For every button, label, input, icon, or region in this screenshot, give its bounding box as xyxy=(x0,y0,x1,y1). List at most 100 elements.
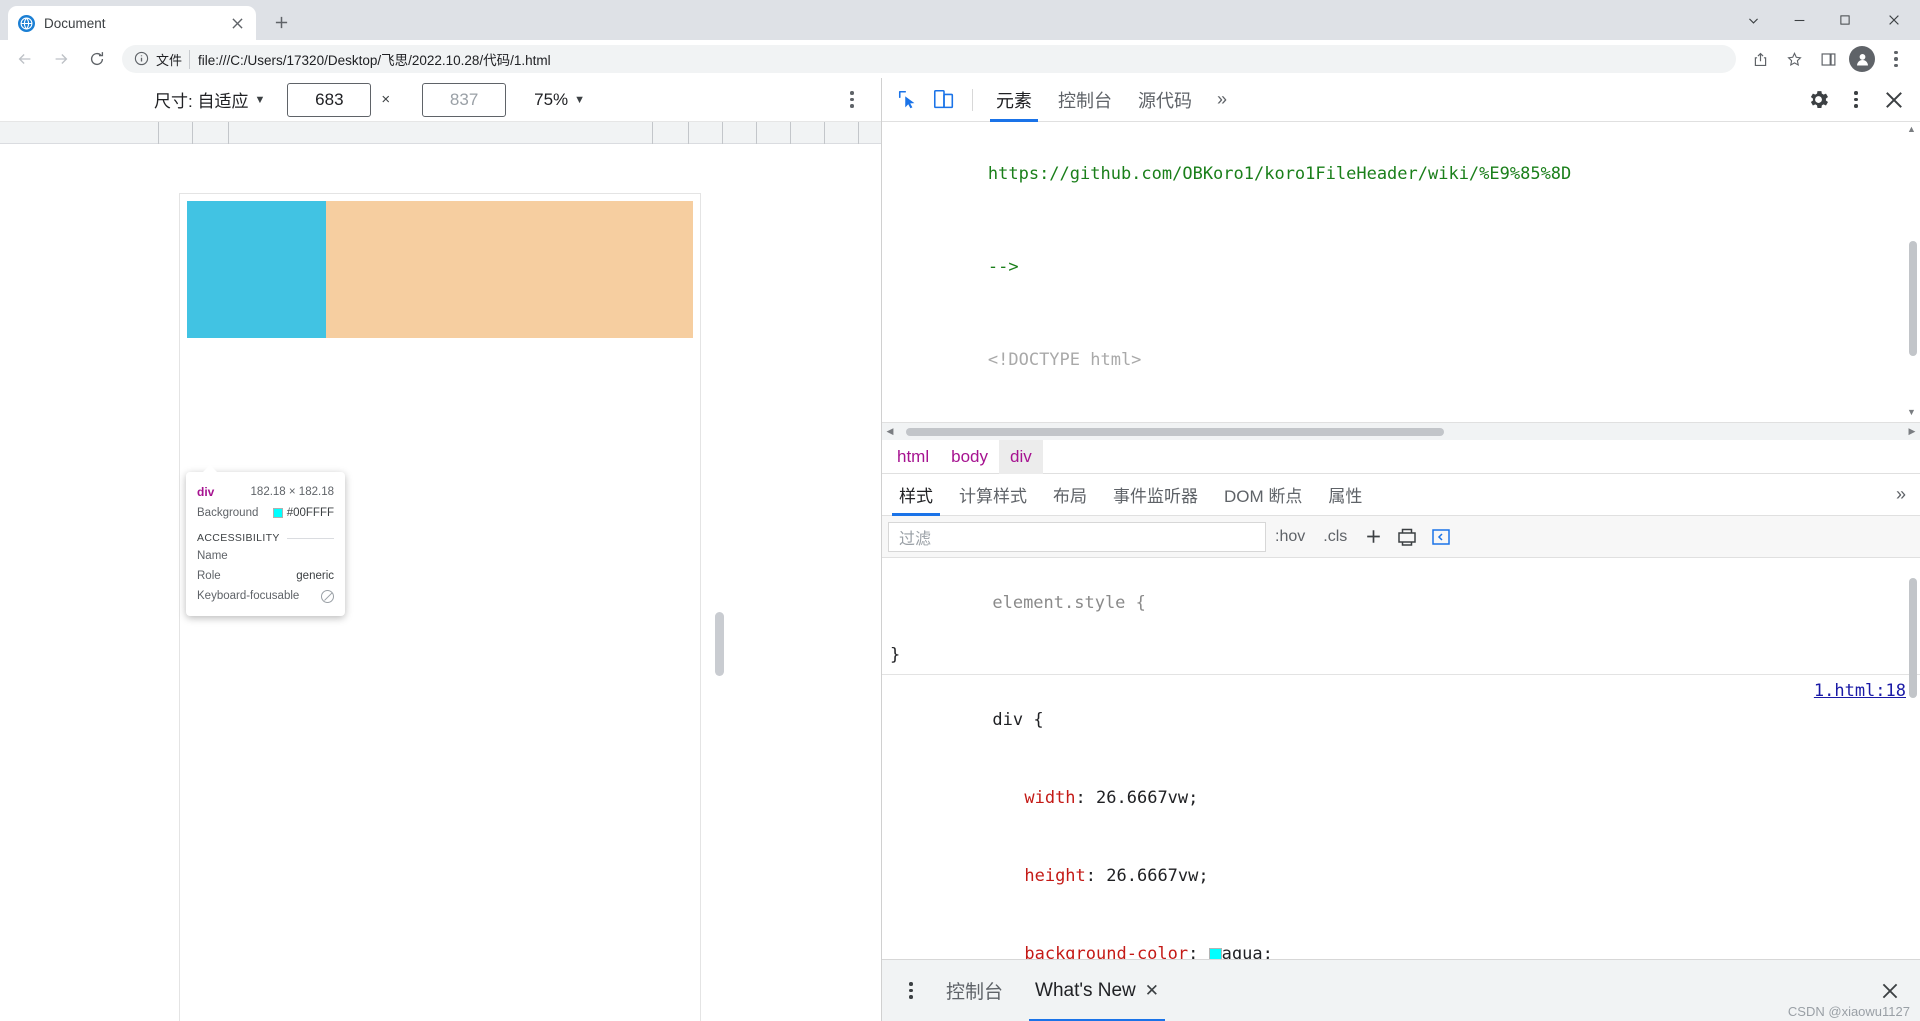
kebab-menu-icon[interactable] xyxy=(1880,43,1912,75)
toggle-hover-state-button[interactable]: :hov xyxy=(1266,522,1314,552)
tab-label: 元素 xyxy=(996,90,1032,111)
css-rules-scrollbar[interactable] xyxy=(1908,560,1918,1019)
dom-line-doctype[interactable]: <!DOCTYPE html> xyxy=(882,314,1920,407)
css-selector-line[interactable]: element.style { xyxy=(890,564,1920,642)
breadcrumb-item-div[interactable]: div xyxy=(999,439,1043,474)
device-toolbar-kebab-menu-icon[interactable] xyxy=(837,85,867,115)
chevron-down-icon: ▼ xyxy=(254,93,266,106)
viewport-resize-handle[interactable] xyxy=(715,612,724,676)
color-swatch-icon xyxy=(272,508,283,519)
avatar-icon[interactable] xyxy=(1846,43,1878,75)
scroll-thumb[interactable] xyxy=(1909,241,1917,356)
scroll-left-icon[interactable]: ◀ xyxy=(882,426,898,437)
not-allowed-icon xyxy=(321,589,334,603)
styles-tab-bar: 样式 计算样式 布局 事件监听器 DOM 断点 属性 » xyxy=(882,474,1920,516)
breadcrumb-item-body[interactable]: body xyxy=(940,440,999,474)
close-window-button[interactable] xyxy=(1868,0,1920,40)
css-rules-pane[interactable]: element.style { } 1.html:18 div { width:… xyxy=(882,558,1920,1021)
css-selector-line[interactable]: div { xyxy=(890,681,1920,759)
dom-line-html-open[interactable]: <html lang="en"> xyxy=(882,407,1920,422)
kebab-menu-icon[interactable] xyxy=(1838,83,1874,117)
tooltip-header-row: div 182.18 × 182.18 xyxy=(197,482,334,503)
browser-window: Document 文件 file:///C:/Users/17320/Deskt… xyxy=(0,0,1920,1021)
info-circle-icon[interactable] xyxy=(134,51,150,67)
breadcrumb-item-html[interactable]: html xyxy=(886,440,940,474)
maximize-button[interactable] xyxy=(1822,0,1868,40)
styles-tab-styles[interactable]: 样式 xyxy=(886,474,946,516)
star-icon[interactable] xyxy=(1778,43,1810,75)
scroll-thumb[interactable] xyxy=(906,427,1444,436)
scroll-thumb[interactable] xyxy=(1909,578,1917,698)
device-zoom-label: 75% xyxy=(534,89,569,109)
print-media-icon[interactable] xyxy=(1390,522,1424,552)
styles-tab-dom-breakpoints[interactable]: DOM 断点 xyxy=(1211,474,1315,516)
dom-line-text: --> xyxy=(987,257,1019,277)
devtools-panel: 元素 控制台 源代码 » https://github.com/OBKoro1/… xyxy=(881,78,1920,1021)
devtools-tab-console[interactable]: 控制台 xyxy=(1045,78,1125,122)
drawer-tab-whats-new[interactable]: What's New ✕ xyxy=(1019,960,1175,1021)
share-icon[interactable] xyxy=(1744,43,1776,75)
toggle-class-button[interactable]: .cls xyxy=(1314,522,1356,552)
styles-tab-event-listeners[interactable]: 事件监听器 xyxy=(1100,474,1211,516)
dom-vertical-scrollbar[interactable]: ▲ ▼ xyxy=(1906,124,1918,418)
device-zoom-select[interactable]: 75% ▼ xyxy=(534,90,585,110)
chevron-down-icon[interactable] xyxy=(1730,0,1776,40)
plus-icon[interactable] xyxy=(1356,522,1390,552)
address-bar[interactable]: 文件 file:///C:/Users/17320/Desktop/飞思/202… xyxy=(122,45,1736,73)
close-icon[interactable]: ✕ xyxy=(1145,981,1159,1001)
dom-line-comment-url[interactable]: https://github.com/OBKoro1/koro1FileHead… xyxy=(882,128,1920,221)
inspect-cursor-icon[interactable] xyxy=(890,84,926,116)
scroll-up-icon[interactable]: ▲ xyxy=(1906,124,1917,135)
css-declaration-width[interactable]: width: 26.6667vw; xyxy=(890,759,1920,837)
collapse-sidebar-icon[interactable] xyxy=(1424,522,1458,552)
styles-tab-computed[interactable]: 计算样式 xyxy=(946,474,1040,516)
styles-more-tabs-button[interactable]: » xyxy=(1882,484,1920,505)
devtools-tab-sources[interactable]: 源代码 xyxy=(1125,78,1205,122)
tooltip-role-label: Role xyxy=(197,570,221,583)
dom-horizontal-scrollbar[interactable]: ◀ ▶ xyxy=(882,422,1920,440)
devtools-more-tabs-button[interactable]: » xyxy=(1205,78,1239,122)
breadcrumb: html body div xyxy=(882,439,1920,474)
scroll-right-icon[interactable]: ▶ xyxy=(1904,426,1920,437)
css-rule-element-style[interactable]: element.style { } xyxy=(882,558,1920,675)
styles-filter-input[interactable]: 过滤 xyxy=(888,521,1266,552)
css-close-brace: } xyxy=(890,645,901,665)
device-size-select[interactable]: 尺寸: 自适应 ▼ xyxy=(154,87,265,112)
browser-tab-document[interactable]: Document xyxy=(8,6,256,40)
peach-div-block[interactable] xyxy=(326,201,693,338)
gear-icon[interactable] xyxy=(1800,83,1836,117)
window-controls xyxy=(1730,0,1920,40)
tab-title: Document xyxy=(44,15,106,31)
dom-tree[interactable]: https://github.com/OBKoro1/koro1FileHead… xyxy=(882,122,1920,422)
css-rule-source-link[interactable]: 1.html:18 xyxy=(1814,681,1906,701)
omnibox-actions xyxy=(1744,43,1912,75)
close-icon[interactable] xyxy=(228,14,246,32)
minimize-button[interactable] xyxy=(1776,0,1822,40)
side-panel-icon[interactable] xyxy=(1812,43,1844,75)
arrow-right-icon[interactable] xyxy=(44,42,78,76)
new-tab-button[interactable] xyxy=(266,7,296,37)
device-toolbar-icon[interactable] xyxy=(926,84,962,116)
css-selector: div xyxy=(992,710,1024,730)
devtools-tab-elements[interactable]: 元素 xyxy=(983,78,1045,122)
devtools-toolbar-actions xyxy=(1800,83,1912,117)
styles-tab-properties[interactable]: 属性 xyxy=(1315,474,1375,516)
scroll-down-icon[interactable]: ▼ xyxy=(1906,407,1917,418)
device-size-label: 尺寸: 自适应 xyxy=(154,92,249,111)
reload-icon[interactable] xyxy=(80,42,114,76)
viewport-width-input[interactable]: 683 xyxy=(287,82,372,117)
aqua-div-block[interactable] xyxy=(187,201,326,338)
viewport-ruler xyxy=(0,122,881,144)
drawer-kebab-menu-icon[interactable] xyxy=(892,971,930,1011)
arrow-left-icon[interactable] xyxy=(8,42,42,76)
css-declaration-height[interactable]: height: 26.6667vw; xyxy=(890,837,1920,915)
dom-line-comment-end[interactable]: --> xyxy=(882,221,1920,314)
drawer-close-icon[interactable] xyxy=(1873,974,1907,1008)
drawer-tab-console[interactable]: 控制台 xyxy=(930,960,1019,1021)
url-text: file:///C:/Users/17320/Desktop/飞思/2022.1… xyxy=(198,53,551,68)
viewport-height-input[interactable]: 837 xyxy=(422,82,507,117)
styles-tab-layout[interactable]: 布局 xyxy=(1040,474,1100,516)
tooltip-role-row: Role generic xyxy=(197,566,334,586)
emulated-viewport: div 182.18 × 182.18 Background #00FFFF A… xyxy=(0,122,881,1021)
close-icon[interactable] xyxy=(1876,83,1912,117)
